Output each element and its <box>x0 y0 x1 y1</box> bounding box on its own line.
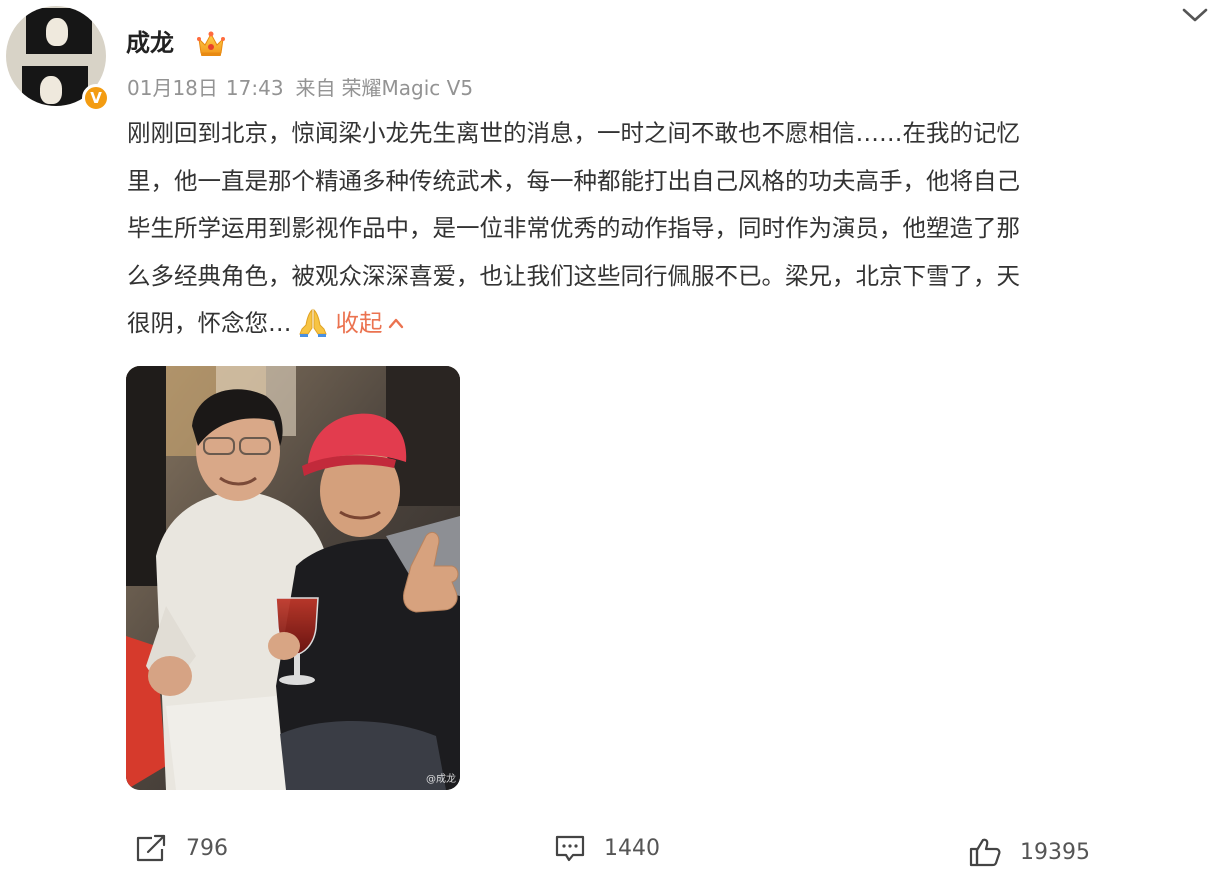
post-date[interactable]: 01月18日 <box>127 76 218 100</box>
chevron-up-icon <box>388 318 403 329</box>
post-text-line: 里，他一直是那个精通多种传统武术，每一种都能打出自己风格的功夫高手，他将自己 <box>127 166 1020 195</box>
crown-icon <box>197 31 225 56</box>
like-count: 19395 <box>1020 839 1090 865</box>
photo-watermark: @成龙 <box>426 772 456 785</box>
comment-button[interactable]: 1440 <box>554 828 660 868</box>
post-body: 刚刚回到北京，惊闻梁小龙先生离世的消息，一时之间不敢也不愿相信……在我的记忆 里… <box>127 110 1197 348</box>
thumbs-up-icon <box>969 838 1001 867</box>
repost-count: 796 <box>186 835 228 861</box>
post-text-line: 很阴，怀念您… <box>127 309 292 337</box>
source-prefix: 来自 <box>295 76 336 100</box>
post-text-line: 毕生所学运用到影视作品中，是一位非常优秀的动作指导，同时作为演员，他塑造了那 <box>127 214 1020 242</box>
weibo-post-card: V 成龙 01月18日 17:43 来自 荣耀Magic V5 刚刚回到北京，惊闻梁小… <box>0 0 1226 880</box>
source-device: 荣耀Magic V5 <box>341 76 474 100</box>
post-photo[interactable]: @成龙 <box>126 366 460 790</box>
chevron-down-icon[interactable] <box>1180 4 1210 26</box>
comment-count: 1440 <box>604 835 660 861</box>
collapse-link[interactable]: 收起 <box>336 309 405 337</box>
share-icon <box>136 834 166 862</box>
repost-button[interactable]: 796 <box>134 828 228 868</box>
like-button[interactable]: 19395 <box>968 832 1090 872</box>
verified-badge-icon: V <box>82 84 110 112</box>
post-text-line: 么多经典角色，被观众深深喜爱，也让我们这些同行佩服不已。梁兄，北京下雪了，天 <box>127 261 1020 290</box>
author-name[interactable]: 成龙 <box>126 26 174 60</box>
pray-icon <box>298 308 327 337</box>
post-meta: 01月18日 17:43 来自 荣耀Magic V5 <box>127 74 485 102</box>
comment-icon <box>555 835 585 862</box>
post-text-line: 刚刚回到北京，惊闻梁小龙先生离世的消息，一时之间不敢也不愿相信……在我的记忆 <box>127 119 1020 147</box>
post-text-last-line: 很阴，怀念您… 收起 <box>127 300 1197 348</box>
collapse-label: 收起 <box>335 309 383 337</box>
post-time[interactable]: 17:43 <box>226 76 284 100</box>
author-avatar[interactable]: V <box>6 6 110 112</box>
